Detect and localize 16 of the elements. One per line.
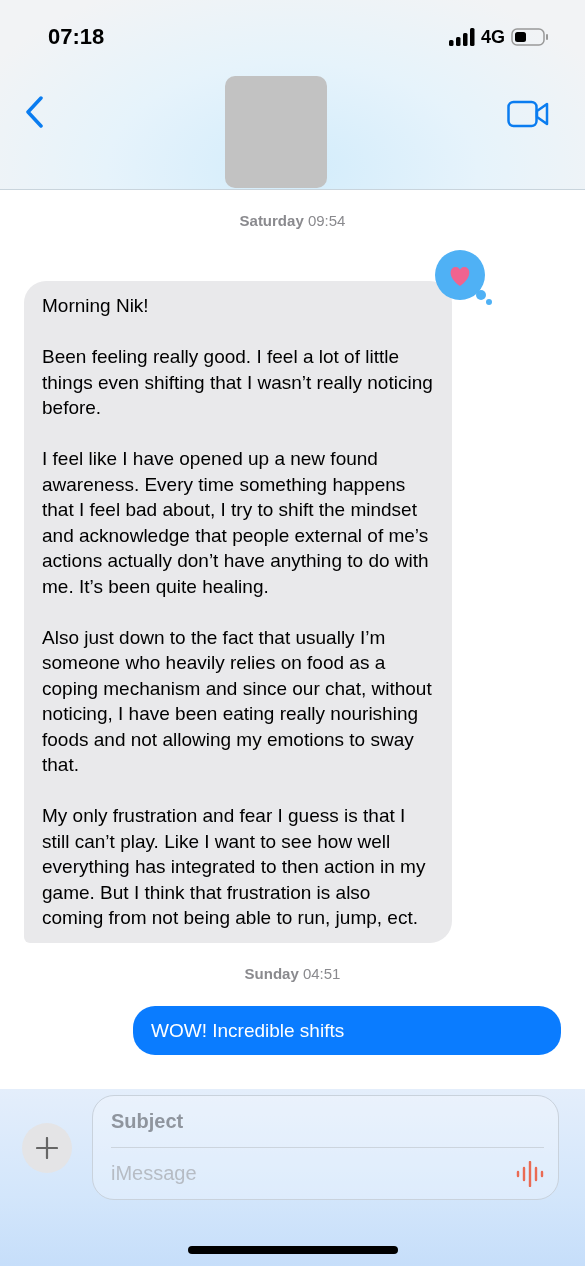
message-input[interactable]: iMessage	[111, 1148, 516, 1199]
battery-icon	[511, 28, 549, 46]
status-time: 07:18	[48, 24, 105, 50]
signal-icon	[449, 28, 475, 46]
subject-input[interactable]: Subject	[111, 1096, 544, 1148]
timestamp: Saturday 09:54	[238, 212, 347, 229]
video-call-button[interactable]	[507, 100, 549, 128]
network-label: 4G	[481, 26, 505, 48]
plus-icon	[36, 1136, 58, 1159]
timestamp: Sunday 04:51	[243, 964, 342, 982]
message-bubble[interactable]: Morning Nik! Been feeling really good. I feel a lot of little things even shifting that I wasn’t really noticing before. I feel like I have opened up a new found awareness. Every time something happens that I feel bad about, I try to shift the mindset and acknowledge that people external of me’s actions actually don’t have anything to do with me. It’s been quite healing. Also just down to the fact that usually I’m someone who heavily relies on food as a coping mechanism and since our chat, without noticing, I have been eating really nourishing foods and not allowing my emotions to sway that. My only frustration and fear I guess is that I still can’t play. Like I want to see how well everything has integrated to then action in my game. But I think that frustration is also coming from not being able to run, jump, ect.	[24, 281, 452, 943]
message-field[interactable]: Subject iMessage	[92, 1095, 559, 1200]
back-button[interactable]	[24, 96, 44, 128]
add-button[interactable]	[22, 1122, 72, 1173]
message-bubble[interactable]: WOW! Incredible shifts	[133, 1005, 561, 1055]
audio-wave-icon[interactable]	[516, 1160, 544, 1187]
